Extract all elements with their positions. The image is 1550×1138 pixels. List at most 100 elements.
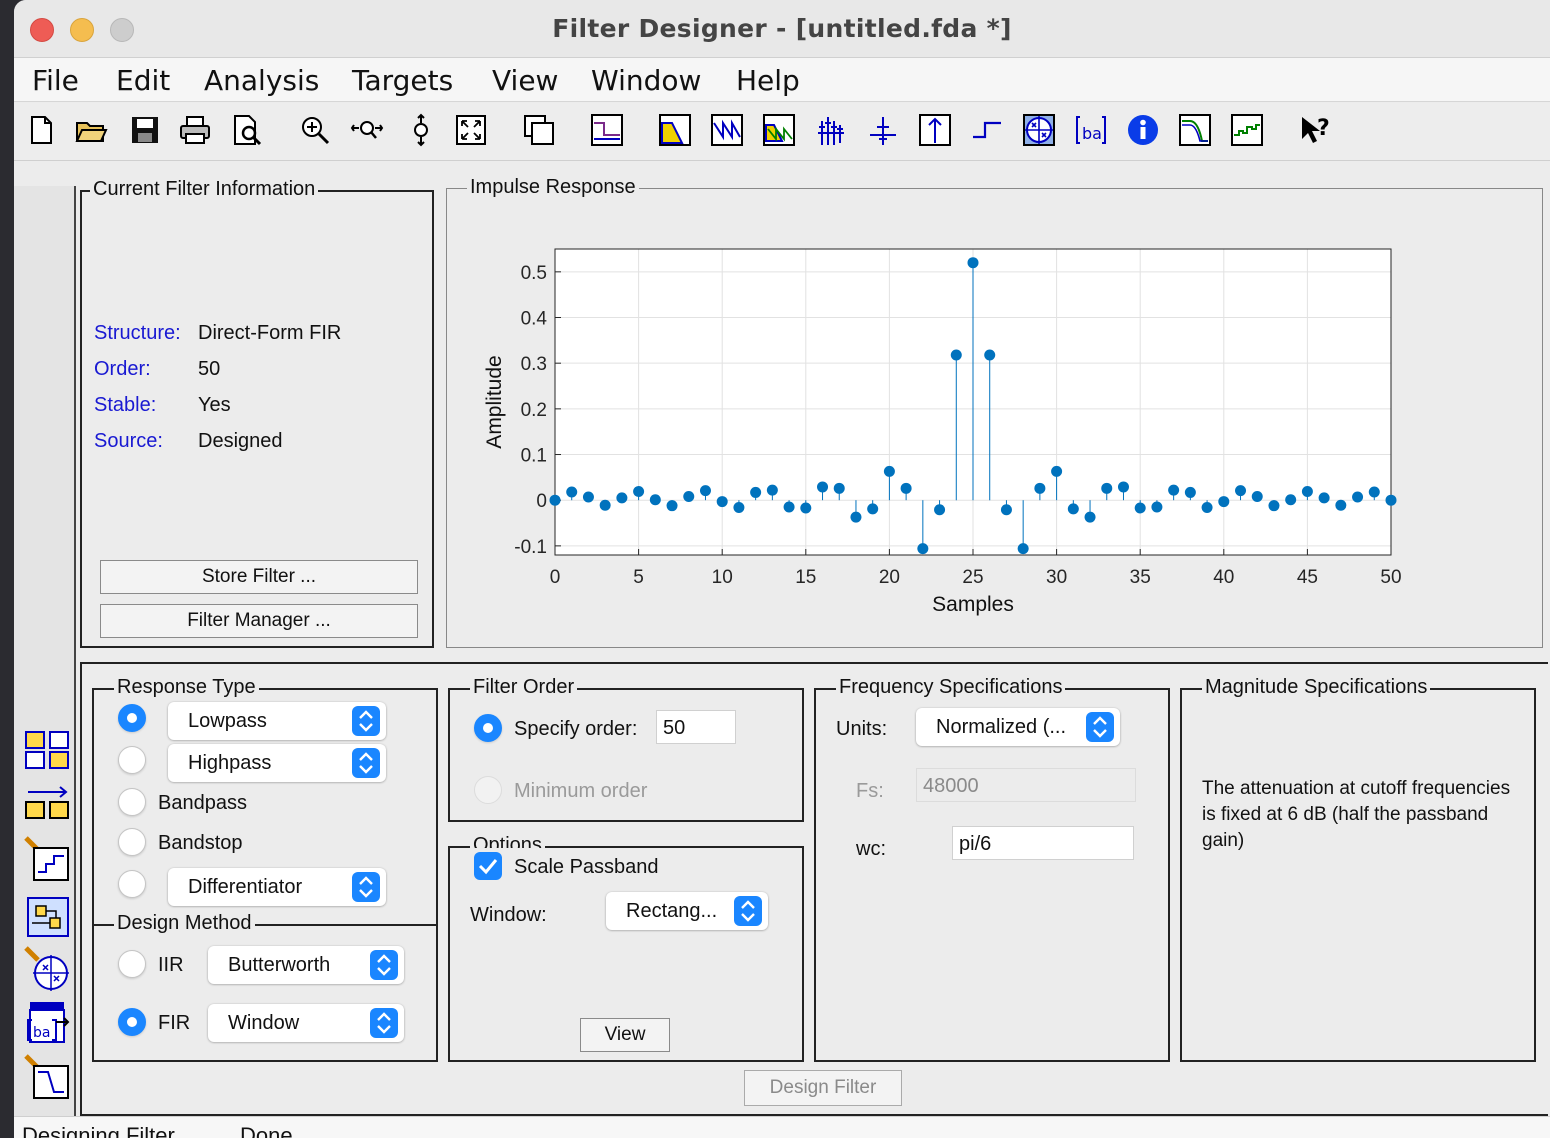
print-preview-icon[interactable] — [230, 113, 264, 147]
impulse-marker — [649, 494, 661, 506]
impulse-marker — [1034, 482, 1046, 494]
impulse-response-icon[interactable] — [918, 113, 952, 147]
save-icon[interactable] — [128, 113, 162, 147]
filter-manager-button[interactable]: Filter Manager ... — [100, 604, 418, 638]
quantize-icon[interactable] — [24, 836, 72, 882]
view-window-button[interactable]: View — [580, 1018, 670, 1052]
panel-title: Current Filter Information — [90, 178, 319, 201]
x-tick-label: 15 — [795, 567, 816, 588]
bandpass-radio[interactable] — [118, 788, 146, 816]
specify-order-radio[interactable] — [474, 714, 502, 742]
iir-method-popup[interactable]: Butterworth — [208, 946, 404, 984]
menu-view[interactable]: View — [492, 64, 558, 97]
differentiator-popup[interactable]: Differentiator — [168, 868, 386, 906]
fs-input[interactable]: 48000 — [916, 768, 1136, 802]
highpass-popup[interactable]: Highpass — [168, 744, 386, 782]
zoom-in-icon[interactable] — [298, 113, 332, 147]
lowpass-text: Lowpass — [188, 710, 267, 732]
zoom-x-icon[interactable] — [350, 113, 384, 147]
minimum-order-radio[interactable] — [474, 776, 502, 804]
bandstop-radio[interactable] — [118, 828, 146, 856]
step-response-icon[interactable] — [970, 113, 1004, 147]
fir-radio[interactable] — [118, 1008, 146, 1036]
pole-zero-editor-icon[interactable] — [24, 946, 72, 992]
specify-order-label: Specify order: — [514, 718, 638, 740]
full-view-icon[interactable] — [454, 113, 488, 147]
design-filter-icon[interactable] — [24, 1054, 72, 1100]
impulse-marker — [1000, 504, 1012, 516]
menu-targets[interactable]: Targets — [352, 64, 453, 97]
realize-model-icon[interactable] — [24, 892, 72, 938]
impulse-marker — [1168, 484, 1180, 496]
new-figure-icon[interactable] — [522, 113, 556, 147]
status-text: Designing Filter ... — [22, 1123, 200, 1138]
window-popup[interactable]: Rectang... — [606, 892, 768, 930]
impulse-marker — [900, 482, 912, 494]
impulse-marker — [549, 494, 561, 506]
transform-filter-icon[interactable] — [24, 728, 72, 774]
impulse-marker — [1301, 486, 1313, 498]
pole-zero-icon[interactable] — [1022, 113, 1056, 147]
window-label: Window: — [470, 904, 547, 926]
fir-label: FIR — [158, 1012, 191, 1034]
scale-passband-checkbox[interactable] — [474, 852, 502, 880]
window-text: Rectang... — [626, 900, 718, 922]
x-axis-label: Samples — [932, 593, 1014, 616]
zoom-y-icon[interactable] — [404, 113, 438, 147]
impulse-marker — [833, 482, 845, 494]
magnitude-phase-icon[interactable] — [762, 113, 796, 147]
menu-edit[interactable]: Edit — [116, 64, 170, 97]
whats-this-help-icon[interactable]: ? — [1298, 113, 1332, 147]
magnitude-response-icon[interactable] — [658, 113, 692, 147]
impulse-marker — [1201, 502, 1213, 514]
fir-method-popup[interactable]: Window — [208, 1004, 404, 1042]
iir-radio[interactable] — [118, 950, 146, 978]
source-value: Designed — [198, 430, 283, 452]
impulse-marker — [917, 543, 929, 555]
store-filter-button[interactable]: Store Filter ... — [100, 560, 418, 594]
design-filter-button[interactable]: Design Filter — [744, 1070, 902, 1106]
lowpass-popup[interactable]: Lowpass — [168, 702, 386, 740]
filter-information-icon[interactable] — [1126, 113, 1160, 147]
status-done-text: Done — [240, 1123, 293, 1138]
iir-method-text: Butterworth — [228, 954, 331, 976]
order-input[interactable]: 50 — [656, 710, 736, 744]
menu-file[interactable]: File — [32, 64, 79, 97]
open-folder-icon[interactable] — [74, 113, 108, 147]
group-delay-icon[interactable] — [814, 113, 848, 147]
highpass-text: Highpass — [188, 752, 272, 774]
wc-label: wc: — [856, 838, 886, 860]
window-title: Filter Designer - [untitled.fda *] — [552, 14, 1012, 43]
y-tick-label: 0.1 — [521, 446, 547, 467]
magnitude-estimate-icon[interactable] — [1178, 113, 1212, 147]
menu-help[interactable]: Help — [736, 64, 800, 97]
chevron-updown-icon — [734, 896, 762, 926]
filter-specifications-icon[interactable] — [590, 113, 624, 147]
phase-response-icon[interactable] — [710, 113, 744, 147]
impulse-marker — [716, 496, 728, 508]
menu-analysis[interactable]: Analysis — [204, 64, 319, 97]
filter-coefficients-icon[interactable]: ba — [1074, 113, 1108, 147]
new-file-icon[interactable] — [24, 113, 58, 147]
import-filter-icon[interactable]: ba — [24, 1000, 72, 1046]
left-sidebar: ba — [14, 186, 76, 1116]
phase-delay-icon[interactable] — [866, 113, 900, 147]
y-tick-label: 0.3 — [521, 354, 547, 375]
create-multirate-icon[interactable] — [24, 784, 72, 830]
menu-bar: File Edit Analysis Targets View Window H… — [14, 58, 1550, 102]
impulse-marker — [1318, 492, 1330, 504]
differentiator-text: Differentiator — [188, 876, 303, 898]
differentiator-radio[interactable] — [118, 870, 146, 898]
impulse-marker — [1151, 501, 1163, 513]
round-off-noise-icon[interactable] — [1230, 113, 1264, 147]
x-tick-label: 50 — [1380, 567, 1401, 588]
y-tick-label: 0.4 — [521, 309, 548, 330]
menu-window[interactable]: Window — [591, 64, 701, 97]
impulse-marker — [867, 503, 879, 515]
print-icon[interactable] — [178, 113, 212, 147]
units-popup[interactable]: Normalized (... — [916, 708, 1120, 746]
wc-input[interactable]: pi/6 — [952, 826, 1134, 860]
highpass-radio[interactable] — [118, 746, 146, 774]
impulse-marker — [1067, 503, 1079, 515]
lowpass-radio[interactable] — [118, 704, 146, 732]
